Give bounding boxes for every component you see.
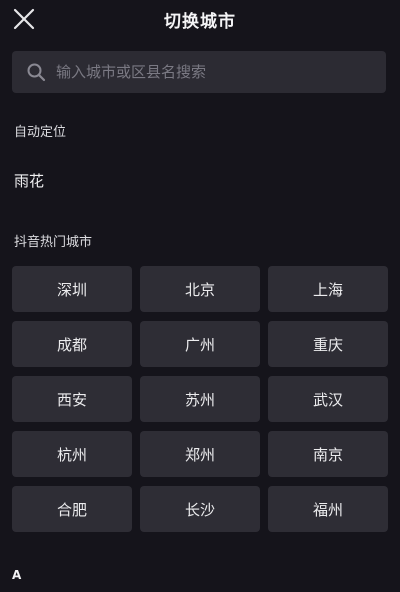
city-button[interactable]: 长沙 [140,486,260,532]
city-button[interactable]: 郑州 [140,431,260,477]
city-button[interactable]: 北京 [140,266,260,312]
header: 切换城市 [0,0,400,38]
city-button[interactable]: 成都 [12,321,132,367]
city-button[interactable]: 重庆 [268,321,388,367]
city-button[interactable]: 福州 [268,486,388,532]
current-location-city[interactable]: 雨花 [14,170,44,191]
search-input[interactable] [56,51,386,93]
city-button[interactable]: 合肥 [12,486,132,532]
search-bar[interactable] [12,51,386,93]
city-button[interactable]: 武汉 [268,376,388,422]
city-button[interactable]: 上海 [268,266,388,312]
city-button[interactable]: 南京 [268,431,388,477]
page-title: 切换城市 [164,12,236,32]
auto-location-label: 自动定位 [14,125,67,140]
city-button[interactable]: 西安 [12,376,132,422]
search-icon [27,63,46,82]
city-button[interactable]: 广州 [140,321,260,367]
hot-cities-grid: 深圳 北京 上海 成都 广州 重庆 西安 苏州 武汉 杭州 郑州 南京 合肥 长… [12,266,389,532]
index-letter-header: A [12,568,22,582]
city-button[interactable]: 深圳 [12,266,132,312]
city-button[interactable]: 杭州 [12,431,132,477]
city-switch-screen: 切换城市 自动定位 雨花 抖音热门城市 深圳 北京 上海 成都 广州 重庆 西安… [0,0,400,592]
hot-cities-label: 抖音热门城市 [14,235,93,250]
city-button[interactable]: 苏州 [140,376,260,422]
